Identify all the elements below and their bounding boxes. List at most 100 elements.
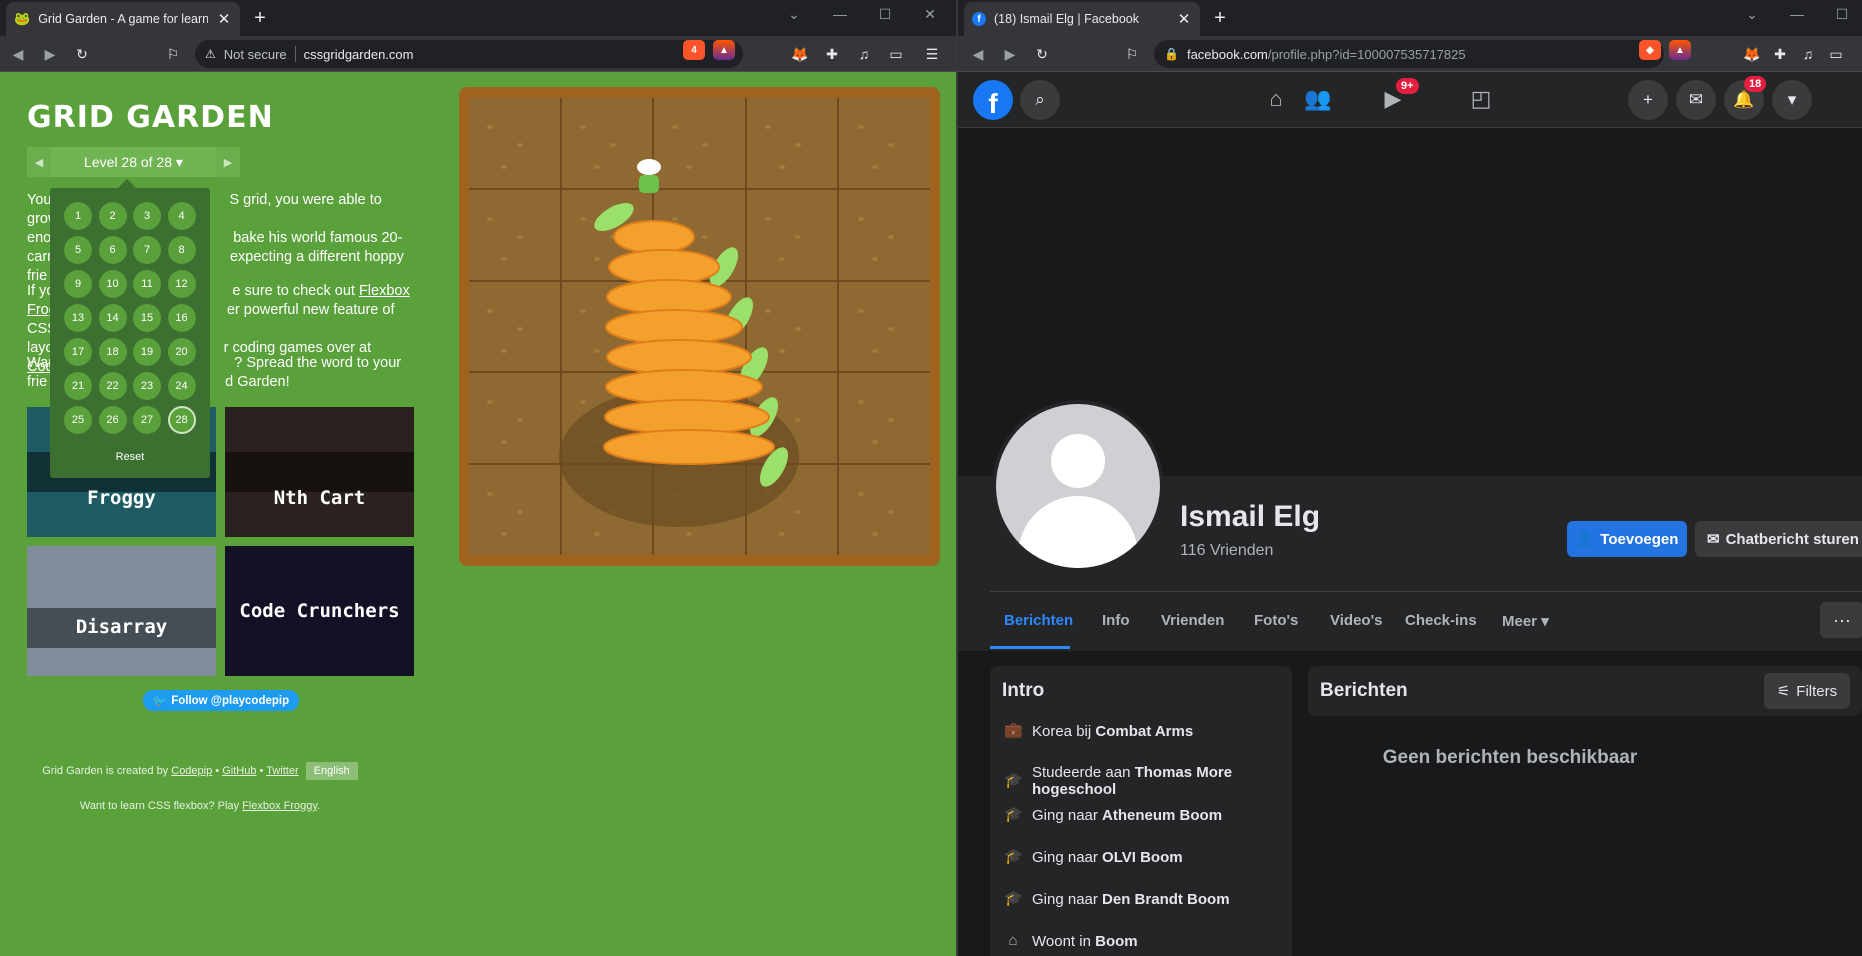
back-icon[interactable]: ◀ xyxy=(968,44,988,64)
tab-fotos[interactable]: Foto's xyxy=(1254,612,1298,629)
maximize-button[interactable]: ☐ xyxy=(1832,6,1852,23)
brave-rewards-icon[interactable]: ▲ xyxy=(1669,40,1691,60)
tab-vrienden[interactable]: Vrienden xyxy=(1161,612,1224,629)
media-icon[interactable]: ♫ xyxy=(854,44,874,64)
tab-facebook[interactable]: f (18) Ismail Elg | Facebook ✕ xyxy=(964,2,1200,36)
metamask-icon[interactable]: 🦊 xyxy=(790,44,810,64)
level-button[interactable]: 20 xyxy=(167,338,196,366)
extensions-icon[interactable]: ✚ xyxy=(822,44,842,64)
minimize-button[interactable]: — xyxy=(830,6,850,22)
twitter-link[interactable]: Twitter xyxy=(266,765,298,777)
wallet-icon[interactable]: ▭ xyxy=(886,44,906,64)
metamask-icon[interactable]: 🦊 xyxy=(1742,44,1762,64)
github-link[interactable]: GitHub xyxy=(222,765,256,777)
codepip-footer-link[interactable]: Codepip xyxy=(171,765,212,777)
level-button[interactable]: 19 xyxy=(133,338,161,366)
language-select[interactable]: English xyxy=(305,762,358,780)
close-tab-icon[interactable]: ✕ xyxy=(1176,10,1192,28)
bookmark-icon[interactable]: ⚐ xyxy=(163,44,183,64)
address-bar[interactable]: ⚠ Not secure cssgridgarden.com xyxy=(195,40,743,68)
back-icon[interactable]: ◀ xyxy=(8,44,28,64)
gaming-icon[interactable]: ◰ xyxy=(1466,86,1496,114)
tab-grid-garden[interactable]: 🐸 Grid Garden - A game for learnin ✕ xyxy=(6,2,240,36)
extensions-icon[interactable]: ✚ xyxy=(1770,44,1790,64)
level-button[interactable]: 3 xyxy=(133,202,161,230)
tab-check-ins[interactable]: Check-ins xyxy=(1405,612,1477,629)
tab-berichten[interactable]: Berichten xyxy=(1004,612,1073,629)
card-nth-cart[interactable]: Nth Cart xyxy=(225,407,414,537)
card-title: Nth Cart xyxy=(273,487,366,509)
level-indicator[interactable]: Level 28 of 28 ▾ xyxy=(51,147,216,177)
tab-videos[interactable]: Video's xyxy=(1330,612,1382,629)
card-disarray[interactable]: Disarray xyxy=(27,546,216,676)
add-friend-button[interactable]: 👤 Toevoegen xyxy=(1567,521,1687,557)
level-button[interactable]: 6 xyxy=(98,236,127,264)
level-button[interactable]: 2 xyxy=(98,202,127,230)
level-button[interactable]: 10 xyxy=(98,270,127,298)
level-button[interactable]: 17 xyxy=(64,338,92,366)
flexbox-froggy-link[interactable]: Flexbox xyxy=(359,283,410,299)
level-button[interactable]: 8 xyxy=(167,236,196,264)
search-icon[interactable]: ⌕ xyxy=(1020,80,1060,120)
level-button[interactable]: 24 xyxy=(167,372,196,400)
brave-shields-icon[interactable]: 4 xyxy=(683,40,705,60)
reload-icon[interactable]: ↻ xyxy=(72,44,92,64)
new-tab-button[interactable]: + xyxy=(248,7,272,29)
address-bar[interactable]: 🔒 facebook.com/profile.php?id=1000075357… xyxy=(1154,40,1664,68)
level-button[interactable]: 27 xyxy=(133,406,161,434)
facebook-logo-icon[interactable]: f xyxy=(973,80,1013,120)
level-button[interactable]: 5 xyxy=(64,236,92,264)
tab-search-icon[interactable]: ⌄ xyxy=(1742,6,1762,23)
level-button[interactable]: 22 xyxy=(98,372,127,400)
level-button[interactable]: 12 xyxy=(167,270,196,298)
level-button[interactable]: 1 xyxy=(64,202,92,230)
flexbox-froggy-footer-link[interactable]: Flexbox Froggy xyxy=(242,800,317,812)
close-window-button[interactable]: ✕ xyxy=(920,6,940,23)
filters-button[interactable]: ⚟ Filters xyxy=(1764,673,1850,709)
level-button[interactable]: 7 xyxy=(133,236,161,264)
level-button[interactable]: 13 xyxy=(64,304,92,332)
home-icon[interactable]: ⌂ xyxy=(1261,86,1291,114)
tab-meer[interactable]: Meer ▾ xyxy=(1502,612,1549,630)
next-level-icon[interactable]: ▶ xyxy=(216,147,240,177)
level-button[interactable]: 23 xyxy=(133,372,161,400)
level-button[interactable]: 11 xyxy=(133,270,161,298)
close-tab-icon[interactable]: ✕ xyxy=(216,10,232,28)
minimize-button[interactable]: — xyxy=(1787,6,1807,22)
level-button[interactable]: 16 xyxy=(167,304,196,332)
new-tab-button[interactable]: + xyxy=(1208,7,1232,29)
account-menu-icon[interactable]: ▾ xyxy=(1772,80,1812,120)
level-button[interactable]: 14 xyxy=(98,304,127,332)
friend-count[interactable]: 116 Vrienden xyxy=(1180,542,1273,560)
friends-icon[interactable]: 👥 xyxy=(1303,86,1333,114)
brave-rewards-icon[interactable]: ▲ xyxy=(713,40,735,60)
reset-button[interactable]: Reset xyxy=(50,451,210,463)
level-button[interactable]: 21 xyxy=(64,372,92,400)
level-button[interactable]: 25 xyxy=(64,406,92,434)
card-code-crunchers[interactable]: Code Crunchers xyxy=(225,546,414,676)
forward-icon[interactable]: ▶ xyxy=(40,44,60,64)
menu-icon[interactable]: ☰ xyxy=(922,44,942,64)
level-button[interactable]: 28 xyxy=(167,406,196,434)
messenger-icon[interactable]: ✉ xyxy=(1676,80,1716,120)
level-button[interactable]: 15 xyxy=(133,304,161,332)
forward-icon[interactable]: ▶ xyxy=(1000,44,1020,64)
level-button[interactable]: 18 xyxy=(98,338,127,366)
more-options-button[interactable]: ··· xyxy=(1820,602,1862,638)
brave-shields-icon[interactable]: ◈ xyxy=(1639,40,1661,60)
level-button[interactable]: 26 xyxy=(98,406,127,434)
maximize-button[interactable]: ☐ xyxy=(875,6,895,23)
wallet-icon[interactable]: ▭ xyxy=(1826,44,1846,64)
create-icon[interactable]: + xyxy=(1628,80,1668,120)
media-icon[interactable]: ♫ xyxy=(1798,44,1818,64)
tab-info[interactable]: Info xyxy=(1102,612,1130,629)
send-message-button[interactable]: ✉ Chatbericht sturen xyxy=(1695,521,1862,557)
follow-button[interactable]: 🐦 Follow @playcodepip xyxy=(143,690,299,711)
level-button[interactable]: 4 xyxy=(167,202,196,230)
bookmark-icon[interactable]: ⚐ xyxy=(1122,44,1142,64)
prev-level-icon[interactable]: ◀ xyxy=(27,147,51,177)
reload-icon[interactable]: ↻ xyxy=(1032,44,1052,64)
tab-search-icon[interactable]: ⌄ xyxy=(784,6,804,23)
level-button[interactable]: 9 xyxy=(64,270,92,298)
profile-picture[interactable] xyxy=(992,400,1164,572)
